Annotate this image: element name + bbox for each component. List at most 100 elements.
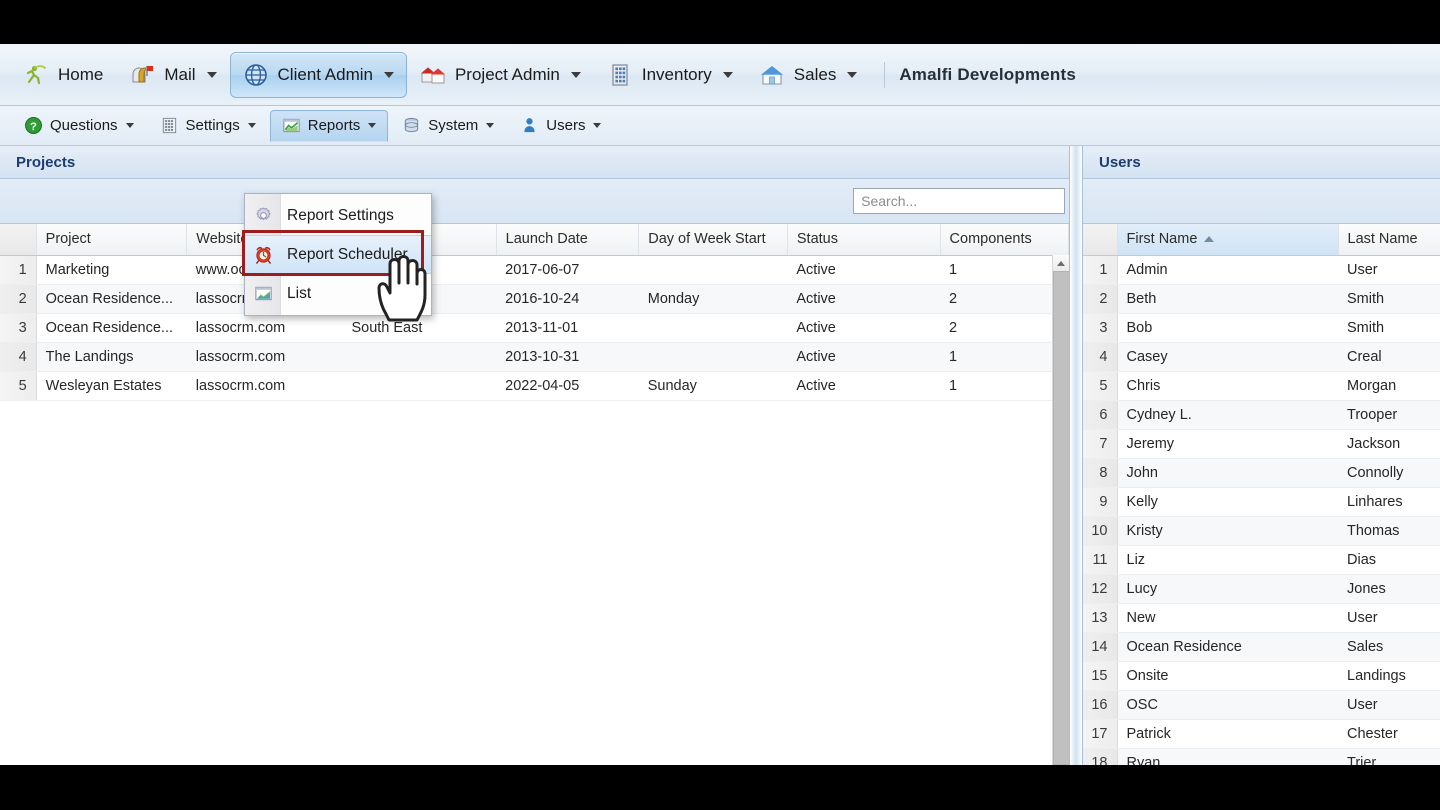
toolbar-item-settings[interactable]: Settings (148, 110, 268, 142)
table-row[interactable]: 17 Patrick Chester (1083, 719, 1440, 749)
project-cell-launch-date: 2022-04-05 (496, 371, 639, 401)
person-running-icon (26, 64, 46, 84)
toolbar-item-reports[interactable]: Reports (269, 109, 389, 142)
table-row[interactable]: 16 OSC User (1083, 690, 1440, 720)
chevron-down-icon (486, 123, 495, 128)
row-number-header (1083, 224, 1118, 256)
chart-list-icon (255, 286, 272, 301)
project-row-number: 5 (0, 371, 37, 401)
projects-panel-toolbar (0, 179, 1070, 224)
column-header-first-name[interactable]: First Name (1117, 224, 1339, 256)
nav-item-inventory[interactable]: Inventory (594, 52, 746, 98)
reports-dropdown-menu: Report Settings Report Scheduler List (244, 193, 432, 316)
table-row[interactable]: 13 New User (1083, 603, 1440, 633)
project-cell-website: lassocrm.com (186, 342, 343, 372)
table-row[interactable]: 5 Wesleyan Estates lassocrm.com 2022-04-05 S… (0, 371, 1069, 401)
user-row-number: 6 (1083, 400, 1118, 430)
table-row[interactable]: 3 Bob Smith (1083, 313, 1440, 343)
letterbox-top (0, 0, 1440, 44)
user-cell-last-name: Trier (1338, 748, 1440, 765)
toolbar-item-system[interactable]: System (390, 110, 506, 142)
nav-item-home[interactable]: Home (10, 52, 116, 98)
letterbox-bottom (0, 765, 1440, 810)
table-row[interactable]: 1Marketingwww.oceanresid...2017-06-07Act… (0, 255, 1069, 285)
table-row[interactable]: 18 Ryan Trier (1083, 748, 1440, 765)
column-header-components[interactable]: Components (940, 224, 1070, 256)
user-cell-first-name: Liz (1117, 545, 1338, 575)
panel-splitter[interactable] (1070, 146, 1082, 765)
svg-text:?: ? (30, 121, 37, 133)
chevron-down-icon (125, 123, 134, 128)
menu-item-report-settings[interactable]: Report Settings (245, 196, 431, 235)
column-header-status[interactable]: Status (787, 224, 941, 256)
toolbar-item-users[interactable]: Users (508, 110, 613, 142)
table-row[interactable]: 6 Cydney L. Trooper (1083, 400, 1440, 430)
table-row[interactable]: 15 Onsite Landings (1083, 661, 1440, 691)
user-row-number: 17 (1083, 719, 1118, 749)
table-row[interactable]: 5 Chris Morgan (1083, 371, 1440, 401)
table-row[interactable]: 8 John Connolly (1083, 458, 1440, 488)
column-header-project[interactable]: Project (36, 224, 188, 256)
user-cell-first-name: Onsite (1117, 661, 1338, 691)
scrollbar-thumb[interactable] (1053, 271, 1070, 765)
column-header-first-name-label: First Name (1126, 231, 1198, 248)
nav-item-sales[interactable]: Sales (746, 52, 871, 98)
user-cell-first-name: Kelly (1117, 487, 1338, 517)
user-cell-last-name: Linhares (1338, 487, 1440, 517)
scroll-up-arrow-icon[interactable] (1053, 255, 1070, 271)
user-row-number: 12 (1083, 574, 1118, 604)
column-header-day-of-week-start[interactable]: Day of Week Start (638, 224, 788, 256)
column-header-launch-date[interactable]: Launch Date (496, 224, 640, 256)
toolbar-item-label: Reports (307, 117, 361, 134)
table-row[interactable]: 14 Ocean Residence Sales (1083, 632, 1440, 662)
nav-item-client-admin[interactable]: Client Admin (229, 51, 407, 98)
table-row[interactable]: 4 Casey Creal (1083, 342, 1440, 372)
project-cell-day-of-week: Sunday (638, 371, 788, 401)
user-row-number: 2 (1083, 284, 1118, 314)
nav-item-label: Sales (793, 64, 837, 84)
column-header-last-name[interactable]: Last Name (1338, 224, 1440, 256)
gear-icon (256, 207, 271, 221)
project-cell-name: Marketing (36, 255, 187, 285)
user-row-number: 16 (1083, 690, 1118, 720)
toolbar-item-questions[interactable]: ? Questions (12, 110, 146, 142)
project-cell-area: South East (342, 313, 497, 343)
search-input[interactable] (853, 188, 1066, 214)
project-cell-name: Ocean Residence... (36, 313, 187, 343)
nav-item-mail[interactable]: Mail (116, 52, 229, 98)
user-row-number: 13 (1083, 603, 1118, 633)
user-cell-last-name: Dias (1338, 545, 1440, 575)
table-row[interactable]: 12 Lucy Jones (1083, 574, 1440, 604)
user-cell-last-name: Landings (1338, 661, 1440, 691)
table-row[interactable]: 9 Kelly Linhares (1083, 487, 1440, 517)
toolbar-item-label: Settings (185, 117, 240, 134)
user-row-number: 18 (1083, 748, 1118, 765)
menu-item-label: Report Settings (287, 206, 394, 224)
table-row[interactable]: 3 Ocean Residence... lassocrm.com South Eas… (0, 313, 1069, 343)
building-icon (612, 63, 628, 86)
table-row[interactable]: 2 Beth Smith (1083, 284, 1440, 314)
table-row[interactable]: 4 The Landings lassocrm.com 2013-10-31 Activ… (0, 342, 1069, 372)
table-row[interactable]: 7 Jeremy Jackson (1083, 429, 1440, 459)
user-cell-first-name: Casey (1117, 342, 1338, 372)
project-cell-name: Ocean Residence... (36, 284, 187, 314)
table-row[interactable]: 11 Liz Dias (1083, 545, 1440, 575)
table-row[interactable]: 1 Admin User (1083, 255, 1440, 285)
table-row[interactable]: 10 Kristy Thomas (1083, 516, 1440, 546)
project-cell-area (342, 342, 497, 372)
project-cell-website: lassocrm.com (186, 371, 343, 401)
toolbar-item-label: Users (546, 117, 586, 134)
menu-item-list[interactable]: List (245, 274, 431, 313)
projects-vertical-scrollbar[interactable] (1052, 255, 1070, 765)
user-row-number: 7 (1083, 429, 1118, 459)
sort-ascending-icon (1204, 236, 1215, 243)
users-grid-container: First Name Last Name 1 Admin User 2 Beth Smit… (1083, 224, 1440, 765)
project-cell-launch-date: 2013-11-01 (496, 313, 639, 343)
application-window: Home Mail Client Admin Project Admin Inv… (0, 44, 1440, 765)
menu-item-report-scheduler[interactable]: Report Scheduler (245, 235, 431, 274)
projects-table-header-row: Project Website Area Launch Date Day of … (0, 224, 1070, 256)
table-row[interactable]: 2Ocean Residence...lassocrm.comSouth Eas… (0, 284, 1069, 314)
chevron-down-icon (847, 71, 858, 78)
nav-item-project-admin[interactable]: Project Admin (407, 52, 594, 98)
toolbar-item-label: System (428, 117, 479, 134)
